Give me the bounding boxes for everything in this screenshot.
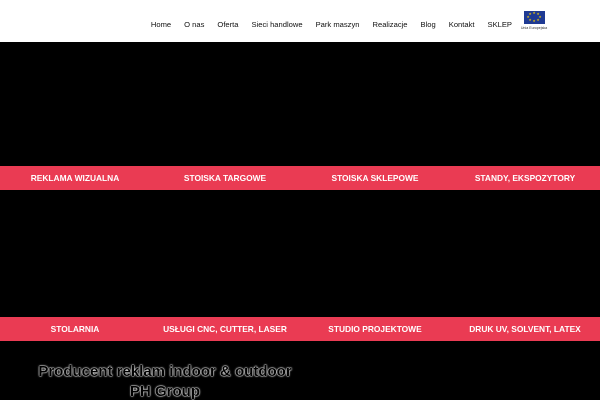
heading-line-1: Producent reklam indoor & outdoor [38,363,292,380]
nav-park-maszyn[interactable]: Park maszyn [316,21,360,29]
nav-sklep[interactable]: SKLEP [488,21,512,29]
nav-blog[interactable]: Blog [421,21,436,29]
tile-stoiska-sklepowe[interactable]: STOISKA SKLEPOWE [300,42,450,190]
tile-label: DRUK UV, SOLVENT, LATEX [450,317,600,341]
tile-stoiska-targowe[interactable]: STOISKA TARGOWE [150,42,300,190]
eu-logo[interactable]: ★ ★ ★ ★ ★ ★ ★ ★ Unia Europejska [513,11,555,35]
tile-label: USŁUGI CNC, CUTTER, LASER [150,317,300,341]
tile-stolarnia[interactable]: STOLARNIA [0,190,150,341]
tile-label: REKLAMA WIZUALNA [0,166,150,190]
nav-kontakt[interactable]: Kontakt [449,21,475,29]
nav-sieci-handlowe[interactable]: Sieci handlowe [252,21,303,29]
tile-studio-projektowe[interactable]: STUDIO PROJEKTOWE [300,190,450,341]
tile-label: STOISKA SKLEPOWE [300,166,450,190]
tile-label: STOLARNIA [0,317,150,341]
site-header: Home O nas Oferta Sieci handlowe Park ma… [0,0,600,42]
tile-label: STUDIO PROJEKTOWE [300,317,450,341]
tile-reklama-wizualna[interactable]: REKLAMA WIZUALNA [0,42,150,190]
tile-standy-ekspozytory[interactable]: STANDY, EKSPOZYTORY [450,42,600,190]
heading-line-2: PH Group [130,383,200,400]
offer-tiles-row-1: REKLAMA WIZUALNA STOISKA TARGOWE STOISKA… [0,42,600,190]
page-heading: Producent reklam indoor & outdoor PH Gro… [0,362,330,400]
offer-tiles-row-2: STOLARNIA USŁUGI CNC, CUTTER, LASER STUD… [0,190,600,341]
nav-oferta[interactable]: Oferta [217,21,238,29]
tile-label: STOISKA TARGOWE [150,166,300,190]
nav-realizacje[interactable]: Realizacje [373,21,408,29]
tile-druk-uv[interactable]: DRUK UV, SOLVENT, LATEX [450,190,600,341]
tile-label: STANDY, EKSPOZYTORY [450,166,600,190]
tile-uslugi-cnc[interactable]: USŁUGI CNC, CUTTER, LASER [150,190,300,341]
nav-o-nas[interactable]: O nas [184,21,204,29]
nav-home[interactable]: Home [151,21,171,29]
eu-caption: Unia Europejska [520,26,548,30]
eu-flag-icon: ★ ★ ★ ★ ★ ★ ★ ★ [523,11,545,24]
